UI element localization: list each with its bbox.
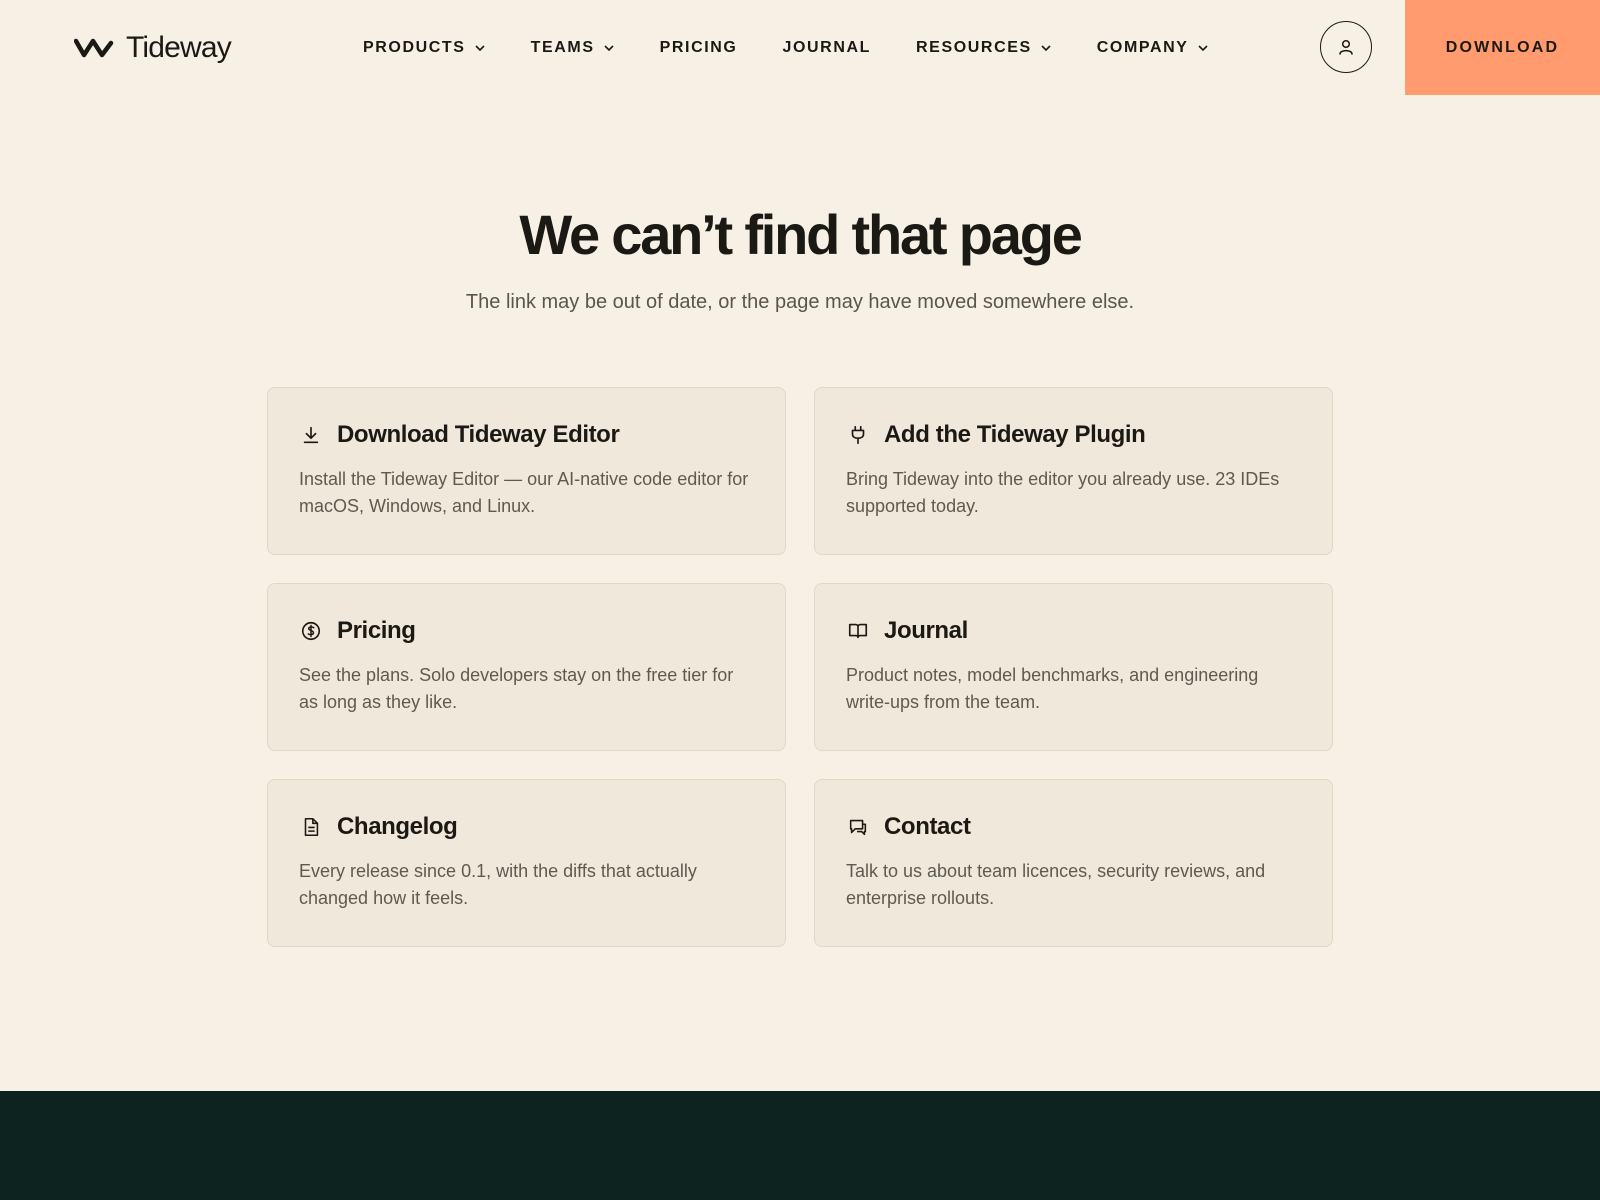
card-title: Journal xyxy=(884,617,968,644)
card-header: Contact xyxy=(846,810,1302,844)
card-title: Add the Tideway Plugin xyxy=(884,421,1146,448)
suggestion-grid: Download Tideway Editor Install the Tide… xyxy=(267,387,1333,947)
card-contact[interactable]: Contact Talk to us about team licences, … xyxy=(814,779,1333,947)
card-title: Changelog xyxy=(337,813,458,840)
card-description: Product notes, model benchmarks, and eng… xyxy=(846,665,1259,712)
site-footer xyxy=(0,1091,1600,1200)
card-header: Add the Tideway Plugin xyxy=(846,418,1302,452)
document-icon xyxy=(299,815,323,839)
card-changelog[interactable]: Changelog Every release since 0.1, with … xyxy=(267,779,786,947)
nav-teams[interactable]: TEAMS xyxy=(531,39,615,57)
page-title: We can’t find that page xyxy=(519,203,1083,266)
dollar-circle-icon xyxy=(299,619,323,643)
card-description: Talk to us about team licences, security… xyxy=(846,861,1266,908)
chevron-down-icon xyxy=(1197,42,1209,54)
card-header: Changelog xyxy=(299,810,755,844)
wave-logo-icon xyxy=(74,38,114,58)
card-title: Contact xyxy=(884,813,971,840)
account-button[interactable] xyxy=(1320,21,1372,73)
nav-pricing-label: PRICING xyxy=(659,39,738,56)
page-subtitle: The link may be out of date, or the page… xyxy=(465,291,1135,313)
nav-teams-label: TEAMS xyxy=(530,39,595,56)
site-header: Tideway PRODUCTS TEAMS PRICING JOURNAL R… xyxy=(0,0,1600,95)
chevron-down-icon xyxy=(474,42,486,54)
nav-company[interactable]: COMPANY xyxy=(1097,39,1209,57)
nav-journal[interactable]: JOURNAL xyxy=(782,39,871,57)
card-description: See the plans. Solo developers stay on t… xyxy=(299,665,734,712)
nav-company-label: COMPANY xyxy=(1096,39,1189,56)
nav-products-label: PRODUCTS xyxy=(363,39,466,56)
nav-resources-label: RESOURCES xyxy=(916,39,1032,56)
chat-icon xyxy=(846,815,870,839)
card-journal[interactable]: Journal Product notes, model benchmarks,… xyxy=(814,583,1333,751)
card-title: Download Tideway Editor xyxy=(337,421,620,448)
chevron-down-icon xyxy=(603,42,615,54)
book-icon xyxy=(846,619,870,643)
main-nav: PRODUCTS TEAMS PRICING JOURNAL RESOURCES… xyxy=(363,32,1254,64)
card-description: Bring Tideway into the editor you alread… xyxy=(846,469,1280,516)
card-header: Pricing xyxy=(299,614,755,648)
brand-name: Tideway xyxy=(126,31,232,64)
card-description: Every release since 0.1, with the diffs … xyxy=(299,861,697,908)
user-icon xyxy=(1339,39,1353,55)
card-header: Journal xyxy=(846,614,1302,648)
card-title: Pricing xyxy=(337,617,416,644)
card-pricing[interactable]: Pricing See the plans. Solo developers s… xyxy=(267,583,786,751)
card-download-editor[interactable]: Download Tideway Editor Install the Tide… xyxy=(267,387,786,555)
card-header: Download Tideway Editor xyxy=(299,418,755,452)
chevron-down-icon xyxy=(1040,42,1052,54)
card-description: Install the Tideway Editor — our AI-nati… xyxy=(299,469,749,516)
card-add-plugin[interactable]: Add the Tideway Plugin Bring Tideway int… xyxy=(814,387,1333,555)
nav-resources[interactable]: RESOURCES xyxy=(916,39,1052,57)
download-button[interactable]: DOWNLOAD xyxy=(1405,0,1600,95)
brand-logo[interactable]: Tideway xyxy=(74,28,232,68)
nav-journal-label: JOURNAL xyxy=(782,39,872,56)
download-icon xyxy=(299,423,323,447)
nav-pricing[interactable]: PRICING xyxy=(660,39,738,57)
nav-products[interactable]: PRODUCTS xyxy=(363,39,486,57)
plug-icon xyxy=(846,423,870,447)
